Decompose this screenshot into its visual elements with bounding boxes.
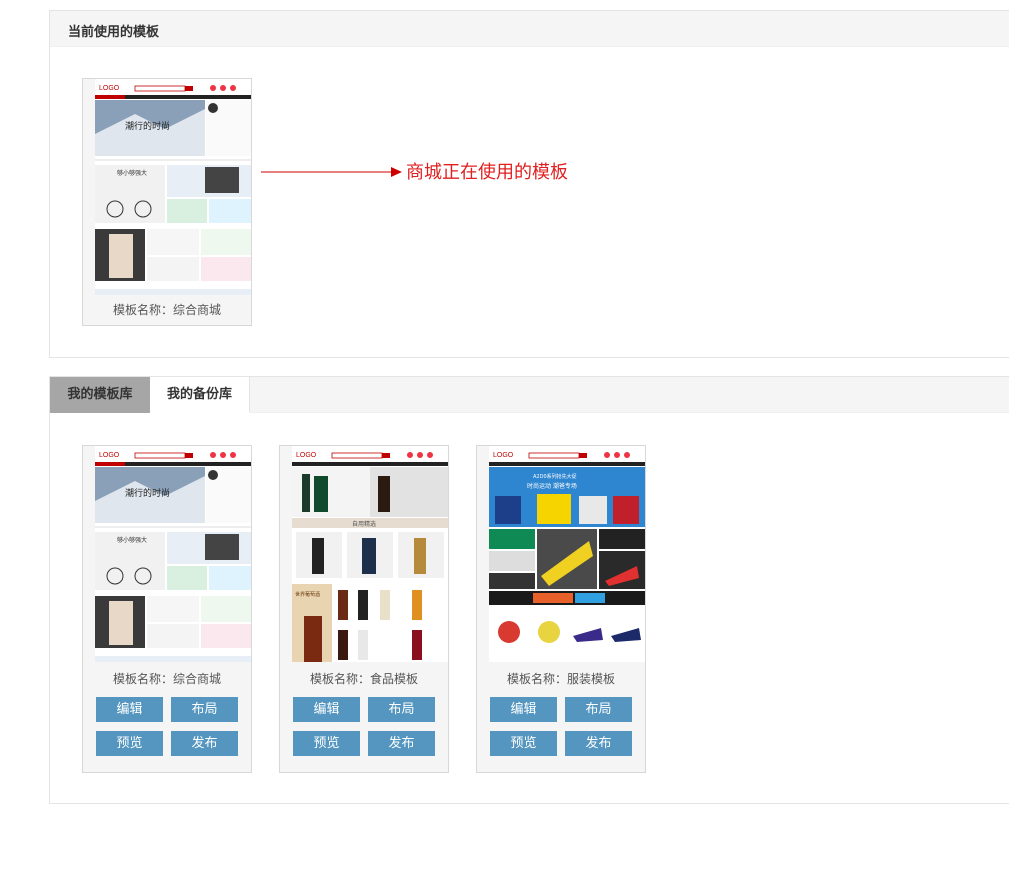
svg-text:LOGO: LOGO (99, 452, 120, 459)
publish-button[interactable]: 发布 (171, 731, 238, 756)
food-thumbnail-image: LOGO 自用精选 世界葡萄酒 (292, 446, 448, 662)
logo-text: LOGO (99, 85, 120, 92)
svg-text:潮行的时尚: 潮行的时尚 (125, 120, 170, 132)
svg-text:A2D0系列抢先大促: A2D0系列抢先大促 (533, 473, 577, 480)
svg-text:潮行的时尚: 潮行的时尚 (125, 487, 170, 499)
tab-my-backups[interactable]: 我的备份库 (150, 377, 250, 413)
publish-button[interactable]: 发布 (368, 731, 435, 756)
svg-text:世界葡萄酒: 世界葡萄酒 (295, 591, 320, 598)
svg-text:LOGO: LOGO (493, 452, 514, 459)
template-card: LOGO A2D0系列抢先大促 时尚运动 潮爸专场 模板名称：服装模板 编辑 布… (476, 445, 646, 773)
mall-thumbnail-image: LOGO 潮行的时尚 够小够强大 (95, 446, 251, 662)
template-thumbnail: LOGO 潮行的时尚 够小够强大 (95, 79, 251, 295)
preview-button[interactable]: 预览 (293, 731, 360, 756)
template-name: 模板名称：服装模板 (506, 672, 615, 686)
template-name: 模板名称：综合商城 (112, 672, 221, 686)
preview-button[interactable]: 预览 (490, 731, 557, 756)
current-template-card: LOGO 潮行的时尚 够小够强大 模板名称：综合商城 (82, 78, 252, 326)
mall-thumbnail-image: LOGO 潮行的时尚 够小够强大 (95, 79, 251, 295)
svg-text:够小够强大: 够小够强大 (117, 536, 147, 544)
template-thumbnail: LOGO 自用精选 世界葡萄酒 (292, 446, 448, 662)
edit-button[interactable]: 编辑 (490, 697, 557, 722)
panel-header: 我的模板库 我的备份库 (50, 377, 1009, 413)
layout-button[interactable]: 布局 (171, 697, 238, 722)
panel-header: 当前使用的模板 (50, 11, 1009, 47)
preview-button[interactable]: 预览 (96, 731, 163, 756)
layout-button[interactable]: 布局 (368, 697, 435, 722)
arrow-icon (261, 167, 402, 177)
sports-thumbnail-image: LOGO A2D0系列抢先大促 时尚运动 潮爸专场 (489, 446, 645, 662)
template-card: LOGO 潮行的时尚 够小够强大 模板名称：综合商城 编辑 布局 预览 发布 (82, 445, 252, 773)
template-name: 模板名称：食品模板 (309, 672, 418, 686)
current-template-annotation: 商城正在使用的模板 (406, 162, 568, 183)
template-thumbnail: LOGO A2D0系列抢先大促 时尚运动 潮爸专场 (489, 446, 645, 662)
template-name: 模板名称：综合商城 (112, 303, 221, 317)
layout-button[interactable]: 布局 (565, 697, 632, 722)
template-library-panel: 我的模板库 我的备份库 LOGO 潮行的时尚 够小够强大 模板名称：综合商城 编… (49, 376, 1009, 804)
svg-text:够小够强大: 够小够强大 (117, 169, 147, 177)
panel-title: 当前使用的模板 (68, 25, 160, 40)
tab-my-templates[interactable]: 我的模板库 (50, 377, 150, 413)
svg-text:LOGO: LOGO (296, 452, 317, 459)
template-thumbnail: LOGO 潮行的时尚 够小够强大 (95, 446, 251, 662)
template-card: LOGO 自用精选 世界葡萄酒 模板名称：食品模板 编辑 布局 预览 发布 (279, 445, 449, 773)
edit-button[interactable]: 编辑 (293, 697, 360, 722)
edit-button[interactable]: 编辑 (96, 697, 163, 722)
svg-text:自用精选: 自用精选 (352, 520, 376, 528)
svg-text:时尚运动 潮爸专场: 时尚运动 潮爸专场 (527, 482, 577, 490)
publish-button[interactable]: 发布 (565, 731, 632, 756)
current-template-panel: 当前使用的模板 LOGO 潮行的时尚 够小够强大 模板名称：综合商城 (49, 10, 1009, 358)
